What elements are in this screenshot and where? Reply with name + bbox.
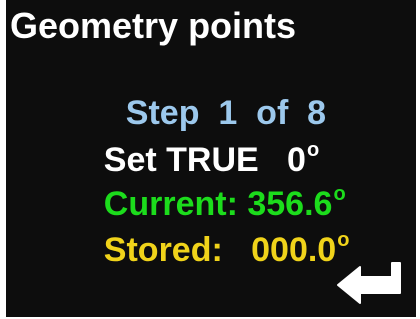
stored-reading: Stored: 000.0o (66, 199, 350, 301)
device-screen: Geometry points Step 1 of 8 Set TRUE 0o … (6, 0, 416, 317)
enter-return-icon (337, 262, 401, 304)
enter-button[interactable] (334, 259, 406, 307)
screen-title: Geometry points (10, 5, 297, 46)
stored-reading-label: Stored: 000.0 (103, 231, 337, 269)
degree-symbol: o (337, 229, 350, 251)
